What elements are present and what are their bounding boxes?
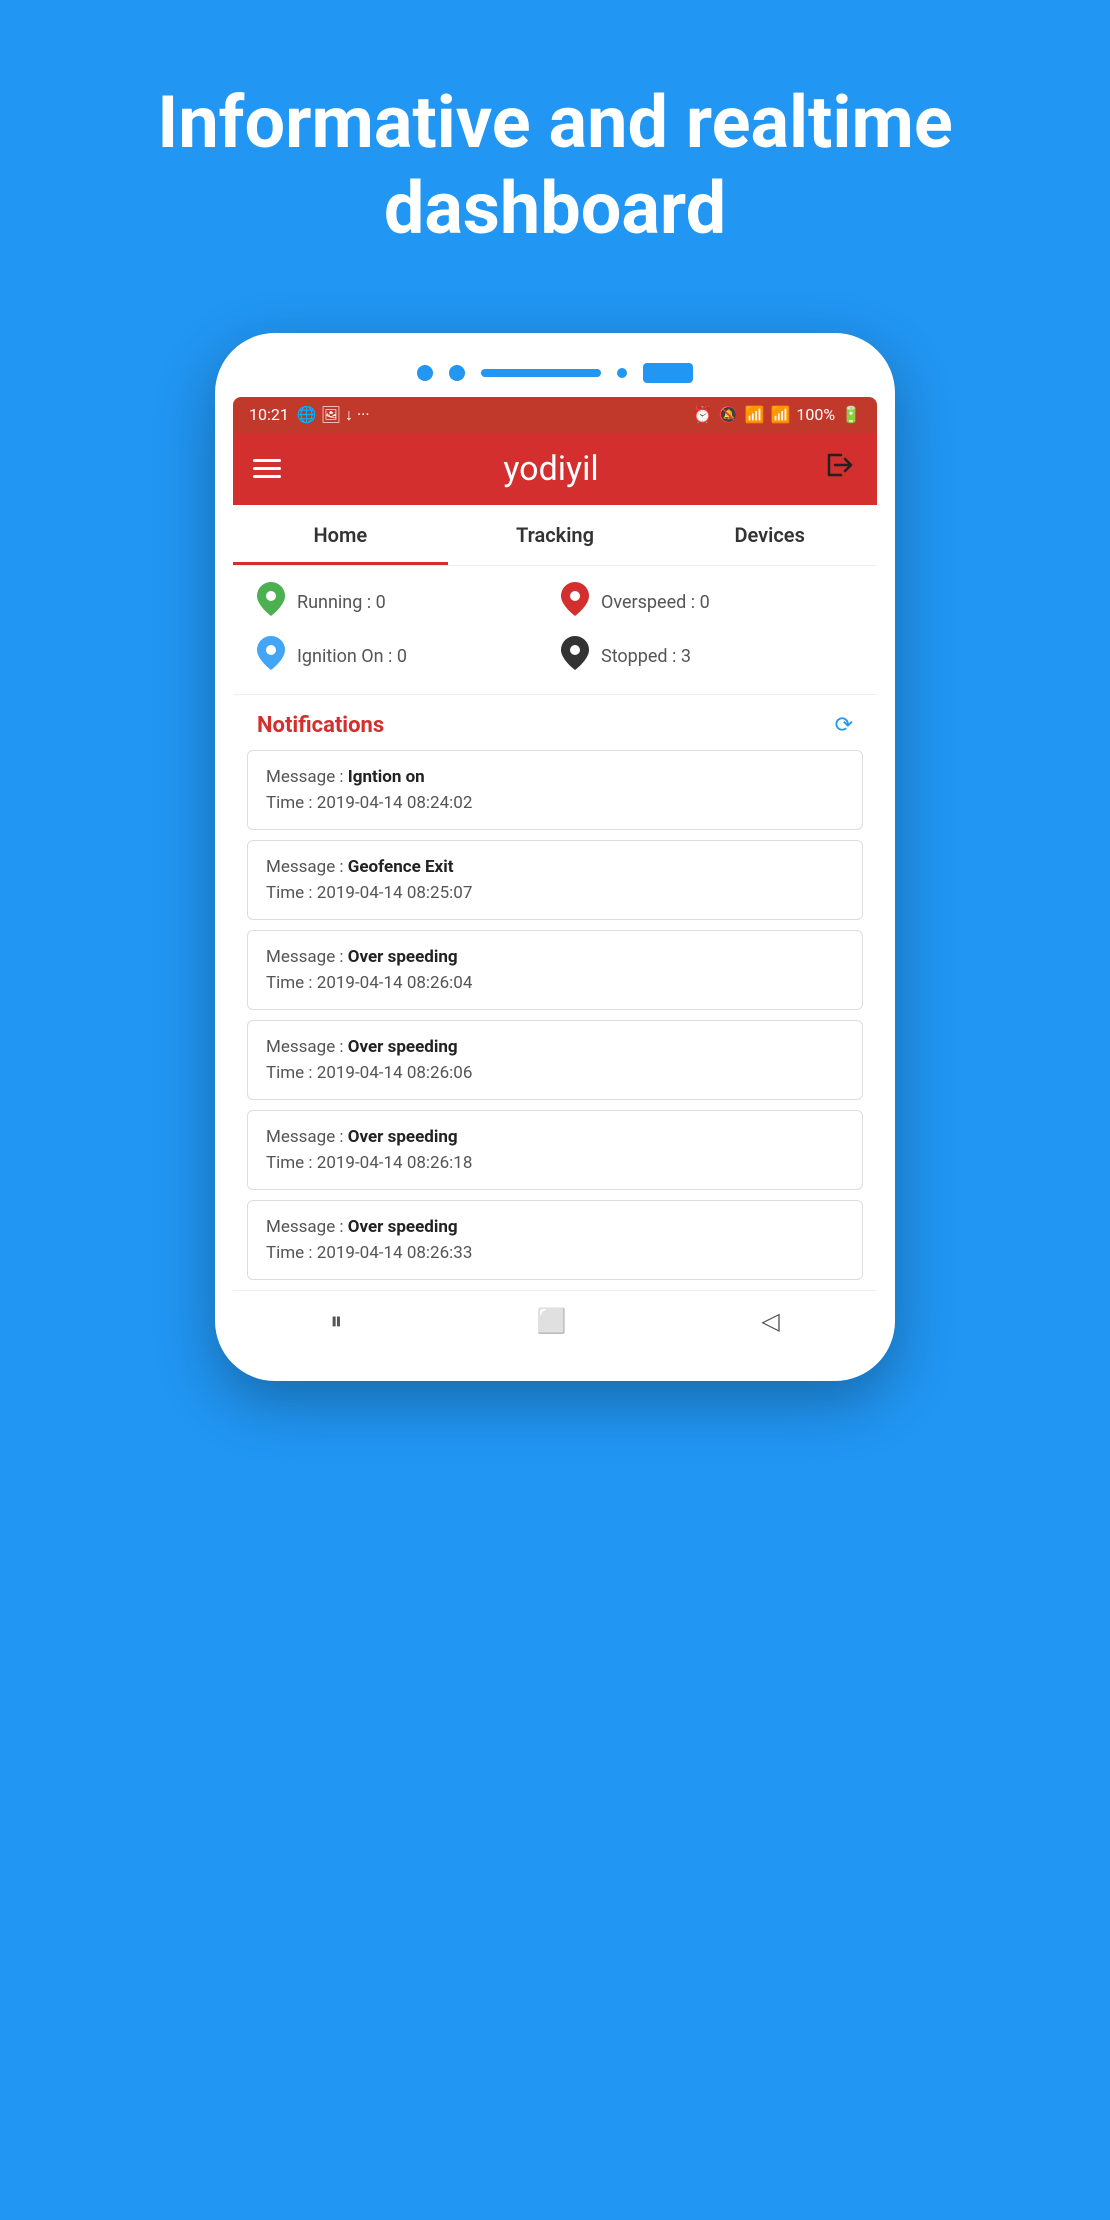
overspeed-pin-icon (561, 582, 589, 624)
notifications-title: Notifications (257, 713, 384, 738)
bottom-nav: ⏸ ⬜ ◁ (233, 1290, 877, 1351)
status-time: 10:21 (249, 405, 289, 424)
bottom-nav-back-icon[interactable]: ◁ (761, 1307, 779, 1335)
ignition-pin-icon (257, 636, 285, 678)
notification-message-row-2: Message : Over speeding (266, 947, 844, 967)
status-icons: 🌐 🖼 ↓ ··· (297, 405, 370, 425)
phone-dot-left (417, 365, 433, 381)
hero-title: Informative and realtime dashboard (0, 0, 1110, 313)
notification-time-row-3: Time : 2019-04-14 08:26:06 (266, 1063, 844, 1083)
notification-message-row-0: Message : Igntion on (266, 767, 844, 787)
notification-message-row-3: Message : Over speeding (266, 1037, 844, 1057)
status-alarm-icon: ⏰ (693, 405, 713, 424)
refresh-icon[interactable]: ⟳ (835, 713, 853, 738)
notification-card-4: Message : Over speeding Time : 2019-04-1… (247, 1110, 863, 1190)
notifications-header: Notifications ⟳ (233, 695, 877, 750)
stat-overspeed-text: Overspeed : 0 (601, 592, 710, 613)
stats-section: Running : 0 Overspeed : 0 (233, 566, 877, 695)
status-left: 10:21 🌐 🖼 ↓ ··· (249, 405, 370, 425)
stat-running-text: Running : 0 (297, 592, 386, 613)
status-right: ⏰ 🔕 📶 📶 100% 🔋 (693, 405, 861, 424)
hamburger-menu-icon[interactable] (253, 459, 281, 478)
status-sound-icon: 🔕 (719, 405, 739, 424)
notification-time-row-0: Time : 2019-04-14 08:24:02 (266, 793, 844, 813)
app-header: yodiyil (233, 433, 877, 505)
notification-time-row-4: Time : 2019-04-14 08:26:18 (266, 1153, 844, 1173)
notification-card-5: Message : Over speeding Time : 2019-04-1… (247, 1200, 863, 1280)
app-title: yodiyil (503, 449, 598, 489)
stat-running: Running : 0 (257, 582, 549, 624)
notification-time-row-5: Time : 2019-04-14 08:26:33 (266, 1243, 844, 1263)
stat-ignition-text: Ignition On : 0 (297, 646, 407, 667)
nav-tabs: Home Tracking Devices (233, 505, 877, 566)
tab-home[interactable]: Home (233, 505, 448, 565)
phone-dot-center (617, 368, 627, 378)
tab-tracking[interactable]: Tracking (448, 505, 663, 565)
phone-screen: 10:21 🌐 🖼 ↓ ··· ⏰ 🔕 📶 📶 100% 🔋 (233, 397, 877, 1351)
notifications-list: Message : Igntion on Time : 2019-04-14 0… (233, 750, 877, 1280)
phone-top-bar (233, 363, 877, 383)
notification-message-row-1: Message : Geofence Exit (266, 857, 844, 877)
phone-dot-right (449, 365, 465, 381)
phone-speaker (481, 369, 601, 377)
bottom-nav-home-icon[interactable]: ⬜ (537, 1307, 567, 1335)
notification-time-row-1: Time : 2019-04-14 08:25:07 (266, 883, 844, 903)
notification-card-0: Message : Igntion on Time : 2019-04-14 0… (247, 750, 863, 830)
phone-mockup: 10:21 🌐 🖼 ↓ ··· ⏰ 🔕 📶 📶 100% 🔋 (0, 313, 1110, 1381)
bottom-nav-recent-icon[interactable]: ⏸ (330, 1307, 342, 1335)
status-signal-icon: 📶 (770, 405, 790, 424)
stat-stopped: Stopped : 3 (561, 636, 853, 678)
notification-time-row-2: Time : 2019-04-14 08:26:04 (266, 973, 844, 993)
status-battery-icon: 🔋 (841, 405, 861, 424)
notification-message-row-4: Message : Over speeding (266, 1127, 844, 1147)
status-wifi-icon: 📶 (745, 405, 765, 424)
notification-card-3: Message : Over speeding Time : 2019-04-1… (247, 1020, 863, 1100)
logout-icon[interactable] (821, 447, 857, 491)
stat-ignition: Ignition On : 0 (257, 636, 549, 678)
status-bar: 10:21 🌐 🖼 ↓ ··· ⏰ 🔕 📶 📶 100% 🔋 (233, 397, 877, 433)
phone-battery-top (643, 363, 693, 383)
stat-stopped-text: Stopped : 3 (601, 646, 691, 667)
status-battery: 100% (796, 405, 835, 424)
notification-card-1: Message : Geofence Exit Time : 2019-04-1… (247, 840, 863, 920)
notification-card-2: Message : Over speeding Time : 2019-04-1… (247, 930, 863, 1010)
notification-message-row-5: Message : Over speeding (266, 1217, 844, 1237)
stopped-pin-icon (561, 636, 589, 678)
phone-frame: 10:21 🌐 🖼 ↓ ··· ⏰ 🔕 📶 📶 100% 🔋 (215, 333, 895, 1381)
running-pin-icon (257, 582, 285, 624)
stat-overspeed: Overspeed : 0 (561, 582, 853, 624)
tab-devices[interactable]: Devices (662, 505, 877, 565)
